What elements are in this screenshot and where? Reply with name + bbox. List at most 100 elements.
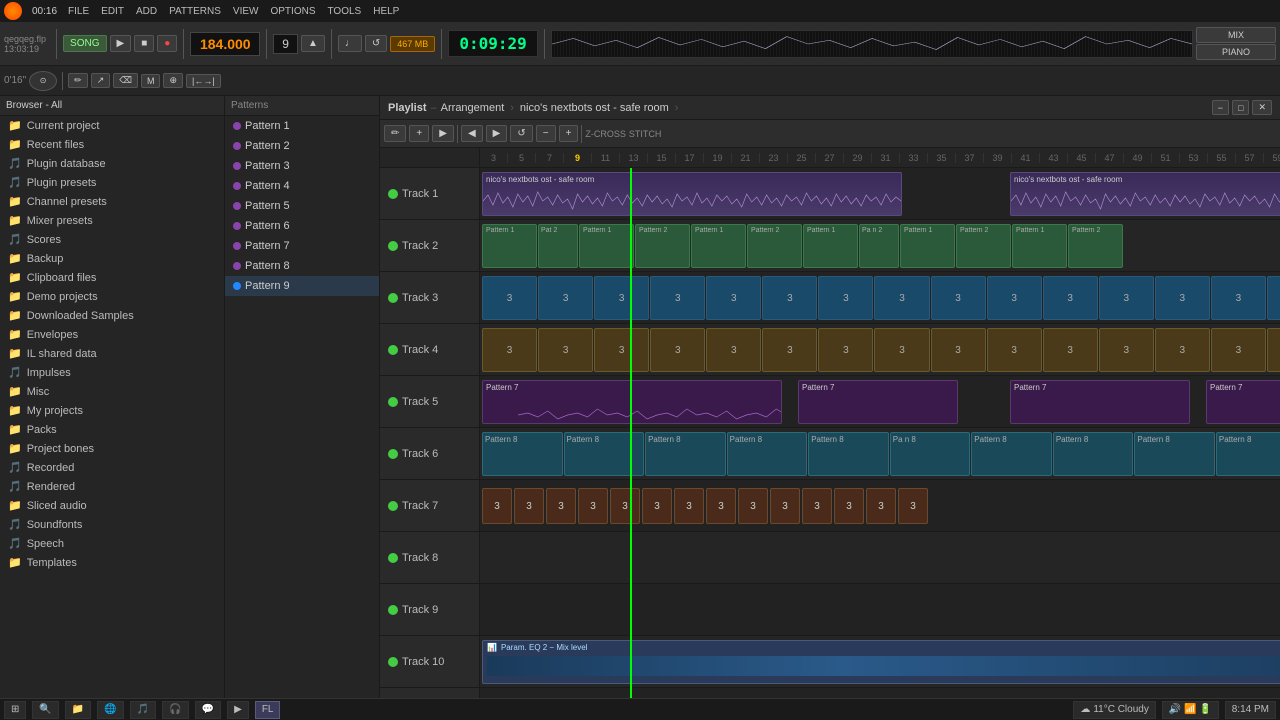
sidebar-item-recent-files[interactable]: 📁 Recent files bbox=[0, 135, 224, 154]
track4-block-3[interactable]: 3 bbox=[594, 328, 649, 372]
sidebar-item-misc[interactable]: 📁 Misc bbox=[0, 382, 224, 401]
track-row-7[interactable]: 3 3 3 3 3 3 3 3 3 3 3 3 3 bbox=[480, 480, 1280, 532]
track2-pat1-b[interactable]: Pattern 1 bbox=[579, 224, 634, 268]
track3-block-3[interactable]: 3 bbox=[594, 276, 649, 320]
track6-pat8-g[interactable]: Pattern 8 bbox=[1053, 432, 1134, 476]
track4-block-7[interactable]: 3 bbox=[818, 328, 873, 372]
playlist-tool-draw[interactable]: ✏ bbox=[384, 125, 406, 142]
track-row-6[interactable]: Pattern 8 Pattern 8 Pattern 8 Pattern 8 … bbox=[480, 428, 1280, 480]
sidebar-item-rendered[interactable]: 🎵 Rendered bbox=[0, 477, 224, 496]
metronome-button[interactable]: ♩ bbox=[338, 35, 362, 52]
track7-block-12[interactable]: 3 bbox=[834, 488, 864, 524]
sidebar-item-impulses[interactable]: 🎵 Impulses bbox=[0, 363, 224, 382]
app-extra[interactable]: ▶ bbox=[227, 701, 249, 719]
sidebar-item-clipboard[interactable]: 📁 Clipboard files bbox=[0, 268, 224, 287]
sidebar-item-demo-projects[interactable]: 📁 Demo projects bbox=[0, 287, 224, 306]
track7-block-8[interactable]: 3 bbox=[706, 488, 736, 524]
pattern-item-8[interactable]: Pattern 8 bbox=[225, 256, 379, 276]
track-row-2[interactable]: Pattern 1 Pat 2 Pattern 1 Pattern 2 Patt… bbox=[480, 220, 1280, 272]
menu-view[interactable]: VIEW bbox=[228, 4, 264, 19]
pattern-item-6[interactable]: Pattern 6 bbox=[225, 216, 379, 236]
sidebar-item-channel-presets[interactable]: 📁 Channel presets bbox=[0, 192, 224, 211]
track-row-1[interactable]: nico's nextbots ost - safe room nico's n… bbox=[480, 168, 1280, 220]
track3-block-12[interactable]: 3 bbox=[1099, 276, 1154, 320]
playlist-zoom-out[interactable]: − bbox=[536, 125, 556, 142]
sidebar-item-plugin-database[interactable]: 🎵 Plugin database bbox=[0, 154, 224, 173]
track5-pattern7-d[interactable]: Pattern 7 bbox=[1206, 380, 1280, 424]
pattern-item-5[interactable]: Pattern 5 bbox=[225, 196, 379, 216]
track5-pattern7-a[interactable]: Pattern 7 bbox=[482, 380, 782, 424]
track6-pat8-i[interactable]: Pattern 8 bbox=[1216, 432, 1280, 476]
track4-block-8[interactable]: 3 bbox=[874, 328, 929, 372]
menu-edit[interactable]: EDIT bbox=[96, 4, 129, 19]
mixer-button[interactable]: MIX bbox=[1196, 27, 1276, 43]
sidebar-item-templates[interactable]: 📁 Templates bbox=[0, 553, 224, 572]
track3-block[interactable]: 3 bbox=[482, 276, 537, 320]
sidebar-item-project-bones[interactable]: 📁 Project bones bbox=[0, 439, 224, 458]
track3-block-4[interactable]: 3 bbox=[650, 276, 705, 320]
playlist-tool-select[interactable]: + bbox=[409, 125, 429, 142]
track6-pat8-e[interactable]: Pattern 8 bbox=[808, 432, 889, 476]
track2-pat1-c[interactable]: Pattern 1 bbox=[691, 224, 746, 268]
track-row-4[interactable]: 3 3 3 3 3 3 3 3 3 3 3 3 3 bbox=[480, 324, 1280, 376]
timeline-grid[interactable]: 3 5 7 9 11 13 15 17 19 21 23 25 27 29 31… bbox=[480, 148, 1280, 698]
track2-pat2-e[interactable]: Pattern 2 bbox=[1068, 224, 1123, 268]
track4-block-13[interactable]: 3 bbox=[1155, 328, 1210, 372]
track7-block-1[interactable]: 3 bbox=[482, 488, 512, 524]
track6-pat8-a[interactable]: Pattern 8 bbox=[482, 432, 563, 476]
track2-pat2-b[interactable]: Pattern 2 bbox=[635, 224, 690, 268]
track4-block-15[interactable]: 3 bbox=[1267, 328, 1280, 372]
track7-block-9[interactable]: 3 bbox=[738, 488, 768, 524]
select-tool[interactable]: ↗ bbox=[91, 73, 111, 88]
pattern-inc[interactable]: ▲ bbox=[301, 35, 325, 52]
playlist-tool-paint[interactable]: ▶ bbox=[432, 125, 454, 142]
pattern-item-7[interactable]: Pattern 7 bbox=[225, 236, 379, 256]
record-button[interactable]: ● bbox=[157, 35, 177, 52]
track7-block-7[interactable]: 3 bbox=[674, 488, 704, 524]
start-button[interactable]: ⊞ bbox=[4, 701, 26, 719]
track6-pat8-d[interactable]: Pattern 8 bbox=[727, 432, 808, 476]
track2-pat1-e[interactable]: Pattern 1 bbox=[900, 224, 955, 268]
track1-block-b[interactable]: nico's nextbots ost - safe room bbox=[1010, 172, 1280, 216]
track7-block-5[interactable]: 3 bbox=[610, 488, 640, 524]
sidebar-item-my-projects[interactable]: 📁 My projects bbox=[0, 401, 224, 420]
track3-block-11[interactable]: 3 bbox=[1043, 276, 1098, 320]
menu-patterns[interactable]: PATTERNS bbox=[164, 4, 226, 19]
track2-pat2-c[interactable]: Pattern 2 bbox=[747, 224, 802, 268]
track2-pa-n2[interactable]: Pa n 2 bbox=[859, 224, 899, 268]
track4-block[interactable]: 3 bbox=[482, 328, 537, 372]
track-row-11[interactable] bbox=[480, 688, 1280, 698]
track-row-9[interactable] bbox=[480, 584, 1280, 636]
knob-button[interactable]: ⊙ bbox=[29, 71, 57, 91]
playlist-maximize[interactable]: □ bbox=[1232, 100, 1249, 115]
track-row-8[interactable] bbox=[480, 532, 1280, 584]
sidebar-item-mixer-presets[interactable]: 📁 Mixer presets bbox=[0, 211, 224, 230]
mute-tool[interactable]: M bbox=[141, 74, 161, 88]
track4-block-14[interactable]: 3 bbox=[1211, 328, 1266, 372]
pattern-item-9[interactable]: Pattern 9 bbox=[225, 276, 379, 296]
track6-pat8-b[interactable]: Pattern 8 bbox=[564, 432, 645, 476]
spotify[interactable]: 🎧 bbox=[162, 701, 188, 719]
track4-block-11[interactable]: 3 bbox=[1043, 328, 1098, 372]
sidebar-item-downloaded-samples[interactable]: 📁 Downloaded Samples bbox=[0, 306, 224, 325]
sidebar-item-recorded[interactable]: 🎵 Recorded bbox=[0, 458, 224, 477]
file-explorer[interactable]: 📁 bbox=[65, 701, 91, 719]
track7-block-11[interactable]: 3 bbox=[802, 488, 832, 524]
track1-block-a[interactable]: nico's nextbots ost - safe room bbox=[482, 172, 902, 216]
sidebar-item-packs[interactable]: 📁 Packs bbox=[0, 420, 224, 439]
track7-block-10[interactable]: 3 bbox=[770, 488, 800, 524]
track7-block-4[interactable]: 3 bbox=[578, 488, 608, 524]
track7-block-2[interactable]: 3 bbox=[514, 488, 544, 524]
track3-block-15[interactable]: 3 bbox=[1267, 276, 1280, 320]
track2-pat2-d[interactable]: Pattern 2 bbox=[956, 224, 1011, 268]
track3-block-13[interactable]: 3 bbox=[1155, 276, 1210, 320]
track-row-5[interactable]: Pattern 7 Pattern 7 Pattern 7 Pat bbox=[480, 376, 1280, 428]
menu-tools[interactable]: TOOLS bbox=[323, 4, 367, 19]
track-row-10[interactable]: 📊 Param. EQ 2 − Mix level bbox=[480, 636, 1280, 688]
stop-button[interactable]: ■ bbox=[134, 35, 154, 52]
menu-file[interactable]: FILE bbox=[63, 4, 94, 19]
pattern-number[interactable]: 9 bbox=[273, 34, 298, 54]
track3-block-7[interactable]: 3 bbox=[818, 276, 873, 320]
sidebar-item-speech[interactable]: 🎵 Speech bbox=[0, 534, 224, 553]
system-tray[interactable]: 🔊 📶 🔋 bbox=[1162, 701, 1219, 719]
